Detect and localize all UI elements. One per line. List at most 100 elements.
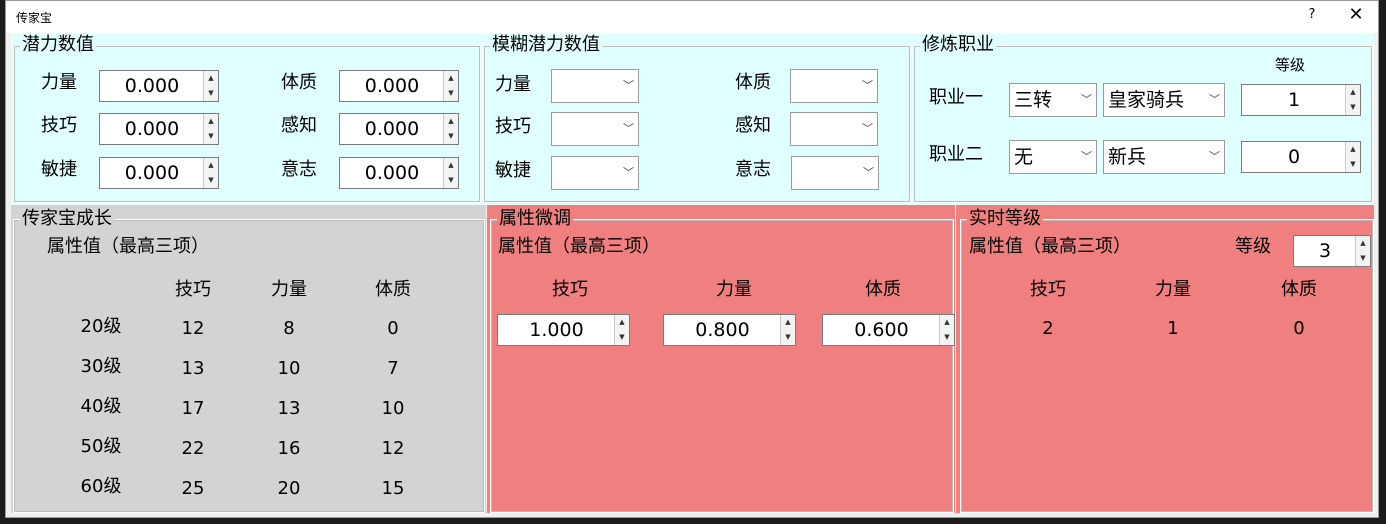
realtime-level-spinner[interactable]: 3 ▲ ▼ [1293,235,1371,267]
up-arrow-icon[interactable]: ▲ [1346,85,1360,101]
job1-level-spinner[interactable]: 1 ▲ ▼ [1241,84,1361,116]
potential-strength-spinner[interactable]: 0.000 ▲ ▼ [99,70,219,102]
fuzzy-strength-select[interactable]: ﹀ [551,69,639,103]
fuzzy-label-perception: 感知 [735,115,771,136]
fuzzy-perception-select[interactable]: ﹀ [790,112,878,146]
spinner-value: 0.000 [364,118,420,140]
down-arrow-icon[interactable]: ▼ [444,129,458,144]
growth-row-level: 30级 [80,356,122,377]
down-arrow-icon[interactable]: ▼ [204,129,218,144]
up-arrow-icon[interactable]: ▲ [444,71,458,87]
spinner-value: 3 [1318,240,1332,262]
realtime-header-strength: 力量 [1155,279,1191,300]
job2-level-spinner[interactable]: 0 ▲ ▼ [1241,141,1361,173]
spinner-buttons: ▲ ▼ [203,158,218,188]
select-value: 皇家骑兵 [1108,89,1185,111]
potential-skill-spinner[interactable]: 0.000 ▲ ▼ [99,113,219,145]
down-arrow-icon[interactable]: ▼ [444,86,458,101]
spinner-value: 0.000 [124,118,180,140]
window-title: 传家宝 [16,11,53,25]
growth-row-level: 50级 [80,436,122,457]
up-arrow-icon[interactable]: ▲ [204,158,218,174]
select-value: 无 [1014,146,1034,168]
select-value: 三转 [1014,89,1053,111]
growth-cell: 7 [387,358,399,379]
realtime-header-skill: 技巧 [1030,279,1066,300]
potential-perception-spinner[interactable]: 0.000 ▲ ▼ [339,113,459,145]
down-arrow-icon[interactable]: ▼ [1346,157,1360,172]
chevron-down-icon: ﹀ [623,166,634,179]
job2-class-select[interactable]: 新兵 ﹀ [1103,140,1225,174]
spinner-buttons: ▲ ▼ [203,114,218,144]
up-arrow-icon[interactable]: ▲ [781,315,795,331]
spinner-buttons: ▲ ▼ [614,315,629,345]
fuzzy-label-will: 意志 [735,159,771,180]
fuzzy-label-constitution: 体质 [735,72,771,93]
up-arrow-icon[interactable]: ▲ [940,315,954,331]
spinner-buttons: ▲ ▼ [443,71,458,101]
fuzzy-label-strength: 力量 [495,74,531,95]
up-arrow-icon[interactable]: ▲ [1356,236,1370,252]
growth-cell: 12 [181,318,205,339]
fuzzy-will-select[interactable]: ﹀ [791,156,879,190]
tweak-constitution-spinner[interactable]: 0.600 ▲ ▼ [822,314,955,346]
fuzzy-constitution-select[interactable]: ﹀ [790,69,878,103]
down-arrow-icon[interactable]: ▼ [615,330,629,345]
growth-header-skill: 技巧 [175,279,211,300]
tweak-subtitle: 属性值（最高三项） [498,236,660,257]
fuzzy-label-agility: 敏捷 [495,160,531,181]
up-arrow-icon[interactable]: ▲ [615,315,629,331]
growth-cell: 0 [387,318,399,339]
job1-stage-select[interactable]: 三转 ﹀ [1009,83,1097,117]
fuzzy-agility-select[interactable]: ﹀ [551,156,639,190]
job1-class-select[interactable]: 皇家骑兵 ﹀ [1103,83,1225,117]
spinner-buttons: ▲ ▼ [1355,236,1370,266]
spinner-value: 0.000 [364,162,420,184]
fuzzy-skill-select[interactable]: ﹀ [551,112,639,146]
spinner-value: 0.000 [364,75,420,97]
tweak-group: 属性微调 [490,208,954,513]
realtime-value-constitution: 0 [1293,318,1305,339]
tweak-group-title: 属性微调 [497,208,573,230]
chevron-down-icon: ﹀ [862,79,873,92]
down-arrow-icon[interactable]: ▼ [1346,100,1360,115]
spinner-value: 0 [1287,146,1301,168]
chevron-down-icon: ﹀ [1209,93,1220,106]
help-button[interactable]: ? [1304,7,1320,22]
chevron-down-icon: ﹀ [1081,150,1092,163]
spinner-buttons: ▲ ▼ [1345,142,1360,172]
up-arrow-icon[interactable]: ▲ [444,158,458,174]
up-arrow-icon[interactable]: ▲ [444,114,458,130]
potential-agility-spinner[interactable]: 0.000 ▲ ▼ [99,157,219,189]
down-arrow-icon[interactable]: ▼ [204,86,218,101]
down-arrow-icon[interactable]: ▼ [940,330,954,345]
potential-constitution-spinner[interactable]: 0.000 ▲ ▼ [339,70,459,102]
chevron-down-icon: ﹀ [862,122,873,135]
chevron-down-icon: ﹀ [1081,93,1092,106]
down-arrow-icon[interactable]: ▼ [781,330,795,345]
growth-cell: 22 [181,438,205,459]
up-arrow-icon[interactable]: ▲ [204,71,218,87]
tweak-skill-spinner[interactable]: 1.000 ▲ ▼ [497,314,630,346]
realtime-value-skill: 2 [1042,318,1054,339]
down-arrow-icon[interactable]: ▼ [1356,251,1370,266]
tweak-strength-spinner[interactable]: 0.800 ▲ ▼ [663,314,796,346]
close-button[interactable]: ✕ [1346,4,1366,25]
spinner-buttons: ▲ ▼ [1345,85,1360,115]
potential-will-spinner[interactable]: 0.000 ▲ ▼ [339,157,459,189]
growth-header-strength: 力量 [271,279,307,300]
tweak-header-skill: 技巧 [552,279,588,300]
up-arrow-icon[interactable]: ▲ [1346,142,1360,158]
select-value: 新兵 [1108,146,1147,168]
realtime-header-constitution: 体质 [1281,279,1317,300]
spinner-buttons: ▲ ▼ [203,71,218,101]
spinner-buttons: ▲ ▼ [780,315,795,345]
realtime-value-strength: 1 [1167,318,1179,339]
spinner-buttons: ▲ ▼ [443,158,458,188]
job2-stage-select[interactable]: 无 ﹀ [1009,140,1097,174]
fuzzy-group-title: 模糊潜力数值 [490,34,602,56]
down-arrow-icon[interactable]: ▼ [204,173,218,188]
spinner-buttons: ▲ ▼ [443,114,458,144]
down-arrow-icon[interactable]: ▼ [444,173,458,188]
up-arrow-icon[interactable]: ▲ [204,114,218,130]
